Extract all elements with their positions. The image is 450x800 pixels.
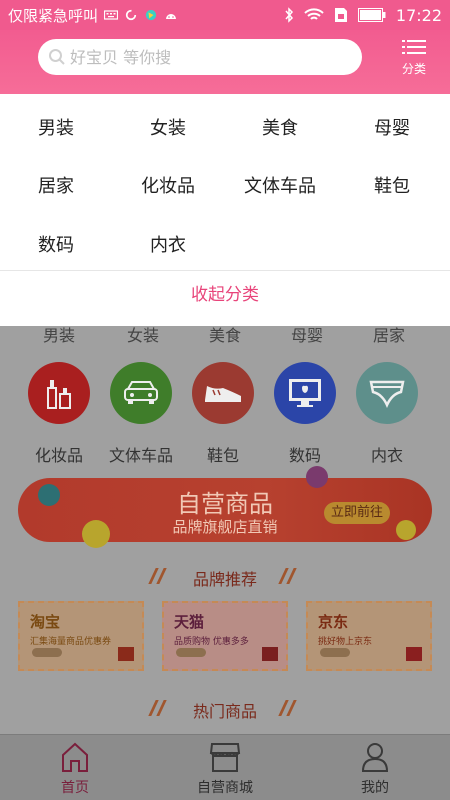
- underwear-icon: [369, 380, 405, 408]
- keyboard-icon: [104, 10, 119, 20]
- shoe-icon: [205, 386, 241, 402]
- self-operated-banner[interactable]: 自营商品 品牌旗舰店直销 立即前往: [18, 466, 432, 548]
- jd-logo-icon: [406, 647, 422, 661]
- category-label: 鞋包: [206, 446, 239, 465]
- dropdown-item[interactable]: 化妆品: [112, 172, 224, 198]
- status-bar: 仅限紧急呼叫 17:22: [0, 0, 450, 30]
- category-digital[interactable]: [274, 362, 336, 424]
- brand-name: 淘宝: [30, 613, 61, 631]
- go-pill: [32, 648, 62, 657]
- dropdown-item[interactable]: 内衣: [112, 231, 224, 257]
- category-shoes[interactable]: [192, 362, 254, 424]
- divider: [0, 270, 450, 271]
- go-now-button[interactable]: 立即前往: [324, 502, 390, 524]
- search-icon: [49, 49, 65, 65]
- carrier-text: 仅限紧急呼叫: [8, 6, 99, 25]
- dropdown-item[interactable]: 数码: [0, 231, 112, 257]
- category-label: 文体车品: [108, 446, 173, 465]
- taobao-logo-icon: [118, 647, 134, 661]
- battery-icon: [357, 8, 386, 22]
- category-label: 内衣: [370, 446, 403, 465]
- category-underwear[interactable]: [356, 362, 418, 424]
- tmall-logo-icon: [262, 647, 278, 661]
- store-icon: [209, 743, 241, 772]
- bluetooth-icon: [285, 7, 293, 23]
- computer-icon: [289, 379, 321, 407]
- category-car[interactable]: [110, 362, 172, 424]
- clock: 17:22: [395, 5, 442, 25]
- tab-profile[interactable]: 我的: [300, 741, 450, 797]
- dropdown-item[interactable]: 母婴: [336, 114, 448, 140]
- dropdown-item[interactable]: 文体车品: [224, 172, 336, 198]
- decor-ball: [82, 520, 110, 548]
- menu-icon: [402, 40, 426, 54]
- cosmetics-icon: [47, 380, 71, 409]
- tab-label: 我的: [361, 780, 389, 796]
- app-icon: [145, 9, 157, 21]
- android-icon: [166, 14, 177, 19]
- collapse-category-button[interactable]: 收起分类: [0, 280, 450, 305]
- brand-card-jd[interactable]: 京东 挑好物上京东: [306, 601, 432, 671]
- category-label: 化妆品: [34, 446, 83, 465]
- category-label: 分类: [401, 62, 426, 76]
- dropdown-item[interactable]: 美食: [224, 114, 336, 140]
- decor-ball: [38, 484, 60, 506]
- home-icon: [62, 742, 88, 772]
- tab-home[interactable]: 首页: [0, 741, 150, 797]
- category-dropdown: 男装 女装 美食 母婴 居家 化妆品 文体车品 鞋包 数码 内衣 收起分类: [0, 94, 450, 326]
- brand-desc: 汇集海量商品优惠券: [30, 637, 112, 647]
- brand-name: 天猫: [174, 613, 205, 631]
- brand-section-title: 品牌推荐: [192, 570, 257, 589]
- decor-ball: [396, 520, 416, 540]
- category-button[interactable]: 分类: [392, 38, 436, 77]
- brand-card-tmall[interactable]: 天猫 品质购物 优惠多多: [162, 601, 288, 671]
- sync-icon: [125, 9, 137, 21]
- search-bar[interactable]: [38, 39, 362, 75]
- brand-name: 京东: [318, 613, 349, 631]
- dropdown-item[interactable]: 男装: [0, 114, 112, 140]
- hot-section-title: 热门商品: [192, 702, 257, 721]
- tab-label: 首页: [61, 780, 89, 796]
- brand-card-taobao[interactable]: 淘宝 汇集海量商品优惠券: [18, 601, 144, 671]
- dropdown-item[interactable]: 居家: [0, 172, 112, 198]
- tab-label: 自营商城: [197, 780, 253, 796]
- brand-desc: 品质购物 优惠多多: [174, 637, 249, 647]
- category-label: 数码: [288, 446, 321, 465]
- search-input[interactable]: [70, 47, 330, 67]
- go-pill: [176, 648, 206, 657]
- user-icon: [361, 743, 389, 772]
- wifi-icon: [304, 8, 324, 20]
- go-pill: [320, 648, 350, 657]
- sim-icon: [334, 8, 347, 22]
- dropdown-item[interactable]: 鞋包: [336, 172, 448, 198]
- header: 分类: [0, 30, 450, 94]
- brand-desc: 挑好物上京东: [318, 637, 373, 647]
- dropdown-item[interactable]: 女装: [112, 114, 224, 140]
- car-icon: [124, 381, 158, 404]
- bottom-tab-bar: 首页 自营商城 我的: [0, 734, 450, 800]
- category-cosmetics[interactable]: [28, 362, 90, 424]
- tab-store[interactable]: 自营商城: [150, 741, 300, 797]
- decor-ball: [306, 466, 328, 488]
